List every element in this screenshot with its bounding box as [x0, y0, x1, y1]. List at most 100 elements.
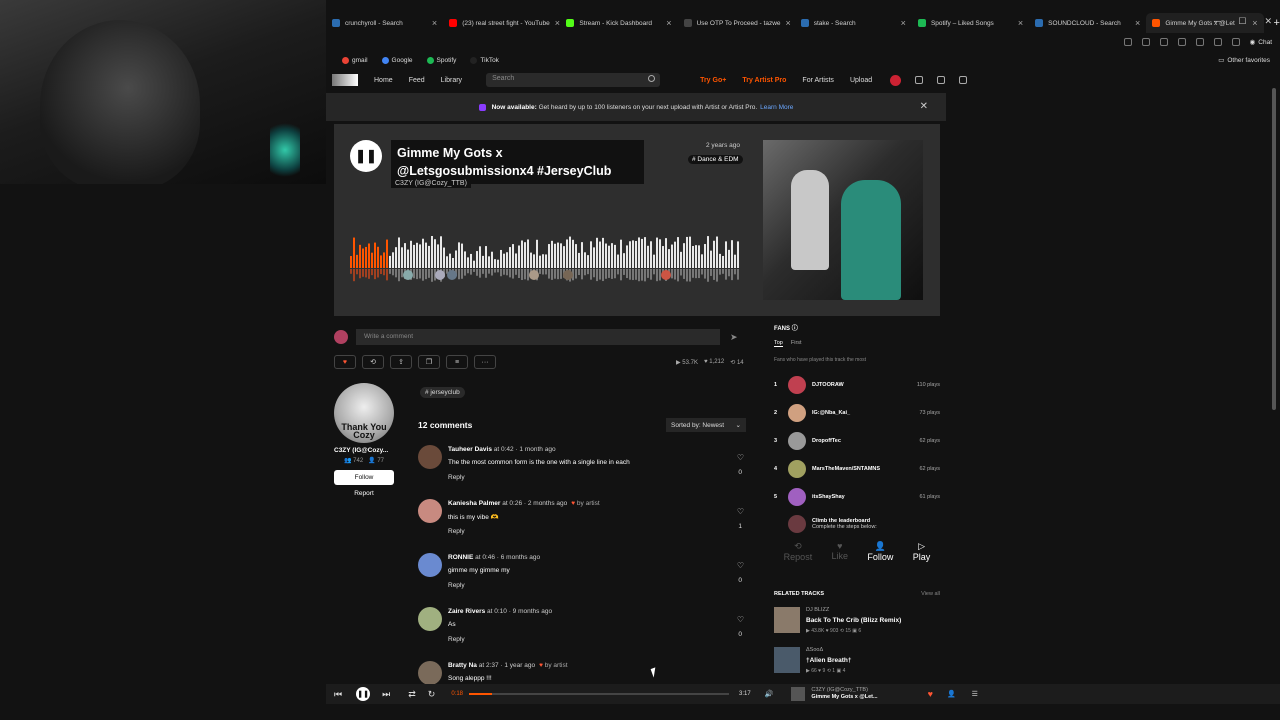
tab-close-icon[interactable]: ×: [1018, 18, 1023, 28]
more-icon[interactable]: [1231, 38, 1240, 46]
player-pause-button[interactable]: ❚❚: [356, 687, 371, 701]
previous-icon[interactable]: ⏮: [334, 689, 342, 700]
waveform-comment-avatar[interactable]: [447, 270, 457, 280]
report-link[interactable]: Report: [334, 490, 394, 497]
like-button[interactable]: ♥: [334, 355, 356, 369]
minimize-icon[interactable]: ─: [1214, 16, 1220, 27]
commenter-name[interactable]: RONNIE: [448, 554, 473, 561]
now-playing-artist[interactable]: C3ZY (IG@Cozy_TTB): [811, 687, 877, 694]
sort-dropdown[interactable]: Sorted by: Newest ⌄: [666, 418, 746, 432]
waveform-comment-avatar[interactable]: [563, 270, 573, 280]
related-track-art[interactable]: [774, 607, 800, 633]
commenter-avatar[interactable]: [418, 607, 442, 631]
tab-close-icon[interactable]: ×: [666, 18, 671, 28]
copilot-chat-button[interactable]: ◉ Chat: [1250, 38, 1272, 47]
tab-close-icon[interactable]: ×: [786, 18, 791, 28]
comment-like-icon[interactable]: ♡: [737, 507, 744, 516]
repost-button[interactable]: ⟲: [362, 355, 384, 369]
share-button[interactable]: ⇪: [390, 355, 412, 369]
fan-row[interactable]: 3 DropoffTec 62 plays: [774, 431, 940, 451]
waveform-comment-avatar[interactable]: [403, 270, 413, 280]
related-track-title[interactable]: Back To The Crib (Blizz Remix): [806, 617, 901, 624]
try-go-link[interactable]: Try Go+: [700, 77, 726, 84]
volume-icon[interactable]: 🔊: [765, 690, 774, 698]
info-icon[interactable]: ⓘ: [792, 326, 798, 332]
comment-like-icon[interactable]: ♡: [737, 561, 744, 570]
extensions-icon[interactable]: [1177, 38, 1186, 46]
browser-tab[interactable]: (23) real street fight - YouTube ×: [443, 13, 560, 33]
related-track-art[interactable]: [774, 647, 800, 673]
add-to-playlist-button[interactable]: ≡: [446, 355, 468, 369]
reply-link[interactable]: Reply: [448, 474, 465, 481]
related-track-title[interactable]: †Alien Breath†: [806, 657, 852, 664]
send-icon[interactable]: ➤: [730, 332, 738, 343]
copy-link-button[interactable]: ❐: [418, 355, 440, 369]
favorite-tiktok[interactable]: TikTok: [470, 56, 499, 64]
fan-name[interactable]: MarsTheMaven/SNTAMNS: [812, 466, 880, 472]
jerseyclub-tag[interactable]: # jerseyclub: [420, 387, 465, 398]
messages-icon[interactable]: [937, 76, 946, 84]
related-track[interactable]: ΔSooΔ †Alien Breath† ▶ 66 ♥ 9 ⟲ 1 ▣ 4: [774, 643, 940, 679]
player-follow-icon[interactable]: 👤: [947, 690, 956, 698]
other-favorites[interactable]: ▭ Other favorites: [1218, 56, 1270, 65]
browser-tab[interactable]: Stream - Kick Dashboard ×: [560, 13, 677, 33]
comment-input[interactable]: Write a comment: [356, 329, 720, 345]
fan-avatar[interactable]: [788, 404, 806, 422]
comment-timestamp[interactable]: at 0:10 · 9 months ago: [487, 608, 552, 615]
browser-tab[interactable]: stake - Search ×: [795, 13, 912, 33]
related-track-artist[interactable]: ΔSooΔ: [806, 647, 823, 653]
notifications-icon[interactable]: [915, 76, 924, 84]
fan-row[interactable]: 4 MarsTheMaven/SNTAMNS 62 plays: [774, 459, 940, 479]
search-input[interactable]: Search: [486, 73, 661, 87]
fan-row[interactable]: 5 itsShayShay 61 plays: [774, 487, 940, 507]
waveform-comment-avatar[interactable]: [661, 270, 671, 280]
waveform-comment-avatar[interactable]: [529, 270, 539, 280]
now-playing-thumbnail[interactable]: [791, 687, 806, 701]
commenter-name[interactable]: Kaniesha Palmer: [448, 500, 500, 507]
profile-icon[interactable]: [1213, 38, 1222, 46]
reply-link[interactable]: Reply: [448, 636, 465, 643]
close-window-icon[interactable]: ✕: [1264, 16, 1272, 27]
upload-link[interactable]: Upload: [850, 77, 872, 84]
commenter-avatar[interactable]: [418, 445, 442, 469]
tab-top[interactable]: Top: [774, 340, 783, 347]
uploader-avatar[interactable]: Thank You Cozy: [334, 383, 394, 443]
browser-tab[interactable]: SOUNDCLOUD - Search ×: [1029, 13, 1146, 33]
maximize-icon[interactable]: ☐: [1238, 16, 1246, 27]
close-banner-icon[interactable]: ✕: [920, 101, 928, 112]
favorite-star-icon[interactable]: [1159, 38, 1168, 46]
fan-avatar[interactable]: [788, 432, 806, 450]
commenter-name[interactable]: Zaire Rivers: [448, 608, 485, 615]
browser-tab[interactable]: crunchyroll - Search ×: [326, 13, 443, 33]
related-track[interactable]: DJ BLIZZ Back To The Crib (Blizz Remix) ▶ …: [774, 603, 940, 639]
fan-avatar[interactable]: [788, 376, 806, 394]
fan-name[interactable]: DJTOORAW: [812, 382, 844, 388]
tab-close-icon[interactable]: ×: [555, 18, 560, 28]
fan-row[interactable]: 2 IG:@Nba_Kai_ 73 plays: [774, 403, 940, 423]
browser-tab[interactable]: Spotify – Liked Songs ×: [912, 13, 1029, 33]
waveform-comment-avatar[interactable]: [435, 270, 445, 280]
shuffle-icon[interactable]: ⇄: [408, 689, 416, 700]
view-all-link[interactable]: View all: [921, 591, 940, 597]
progress-bar[interactable]: [469, 693, 729, 695]
step-repost[interactable]: ⟲ Repost: [784, 541, 813, 565]
step-follow[interactable]: 👤 Follow: [867, 541, 893, 565]
comment-timestamp[interactable]: at 2:37 · 1 year ago: [479, 662, 535, 669]
favorite-google[interactable]: Google: [381, 56, 413, 64]
tab-close-icon[interactable]: ×: [1135, 18, 1140, 28]
new-tab-icon[interactable]: +: [1274, 17, 1280, 29]
comment-like-icon[interactable]: ♡: [737, 453, 744, 462]
nav-library[interactable]: Library: [441, 77, 462, 84]
comment-timestamp[interactable]: at 0:42 · 1 month ago: [494, 446, 556, 453]
fan-name[interactable]: IG:@Nba_Kai_: [812, 410, 850, 416]
fan-row[interactable]: 1 DJTOORAW 110 plays: [774, 375, 940, 395]
comment-timestamp[interactable]: at 0:26 · 2 months ago: [502, 500, 567, 507]
reply-link[interactable]: Reply: [448, 528, 465, 535]
user-avatar[interactable]: [890, 74, 902, 86]
try-artist-pro-link[interactable]: Try Artist Pro: [742, 77, 786, 84]
genre-tag[interactable]: # Dance & EDM: [688, 155, 743, 164]
for-artists-link[interactable]: For Artists: [802, 77, 834, 84]
now-playing-title[interactable]: Gimme My Gots x @Let...: [811, 694, 877, 701]
next-icon[interactable]: ⏭: [382, 689, 390, 700]
queue-icon[interactable]: ☰: [972, 690, 978, 698]
